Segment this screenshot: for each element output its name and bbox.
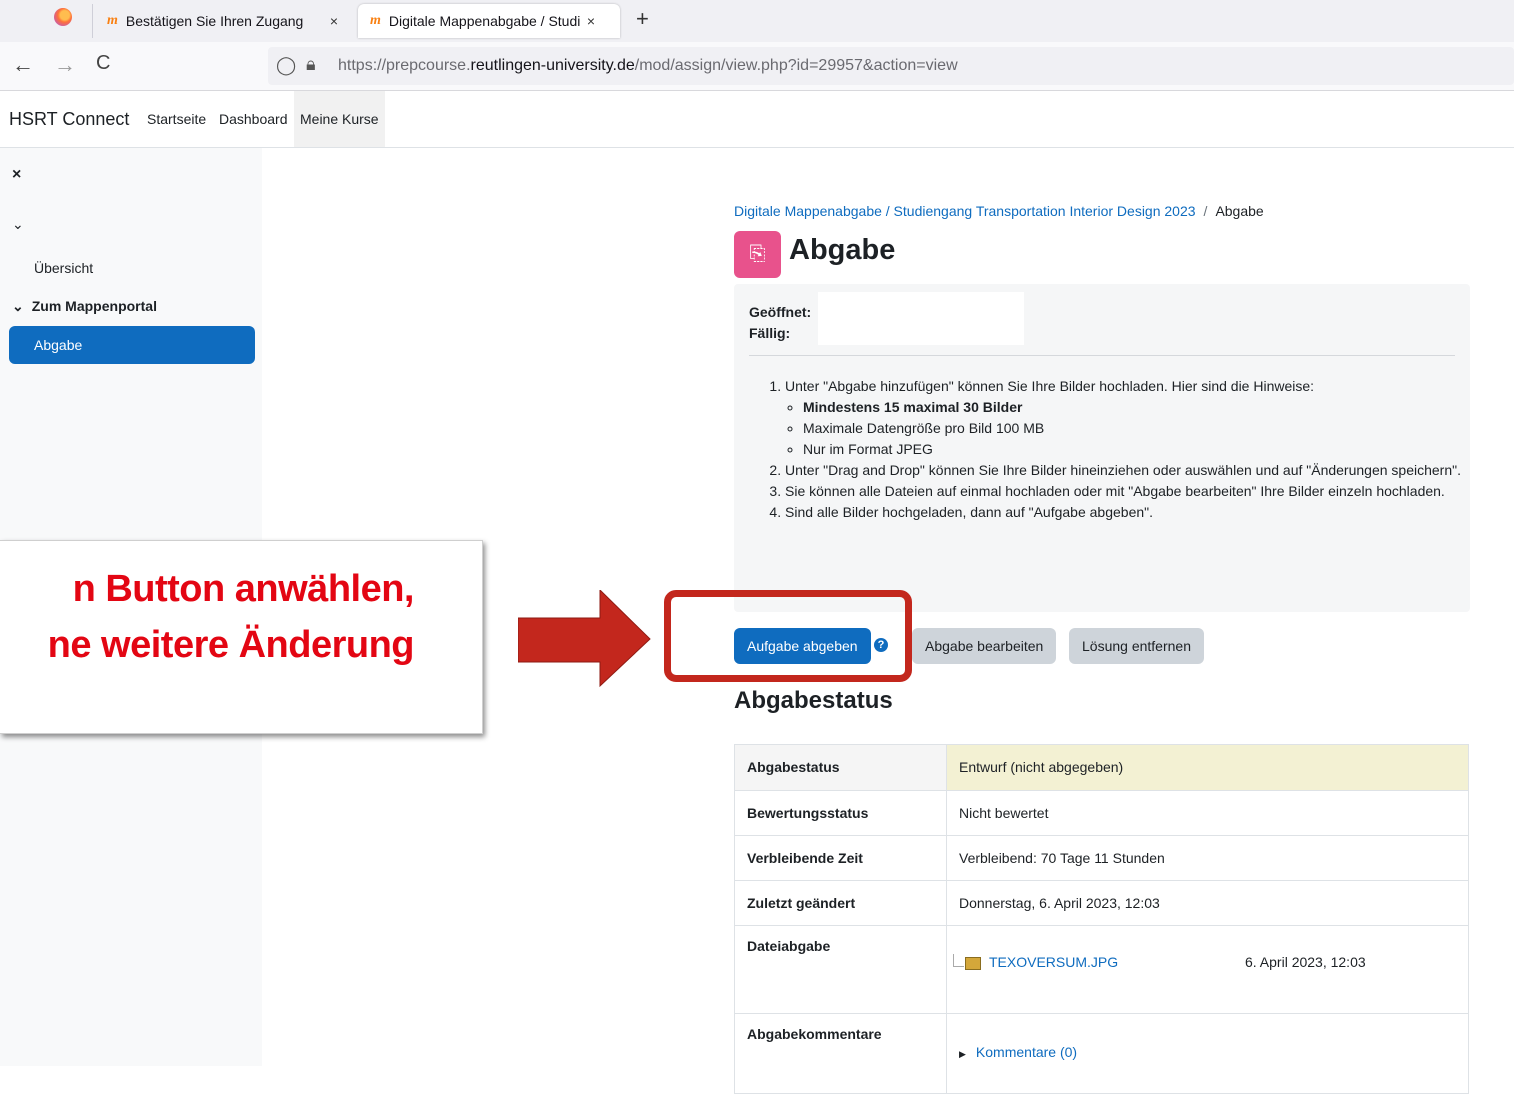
browser-tab-1[interactable]: m Bestätigen Sie Ihren Zugang × bbox=[92, 4, 362, 38]
drawer-item-abgabe-active[interactable]: Abgabe bbox=[9, 326, 255, 364]
table-row: Abgabekommentare ▶ Kommentare (0) bbox=[734, 1013, 1469, 1094]
assignment-dates: Geöffnet: Fällig: bbox=[749, 302, 811, 344]
url-field[interactable]: ◯ 🔒︎ https://prepcourse.reutlingen-unive… bbox=[268, 47, 1514, 85]
caret-right-icon: ▶ bbox=[959, 1049, 966, 1059]
status-key: Bewertungsstatus bbox=[734, 790, 947, 836]
breadcrumb: Digitale Mappenabgabe / Studiengang Tran… bbox=[734, 203, 1264, 219]
moodle-favicon-icon: m bbox=[370, 13, 381, 28]
hint-text: Mindestens 15 maximal 30 Bilder bbox=[803, 399, 1023, 415]
url-text[interactable]: https://prepcourse.reutlingen-university… bbox=[338, 57, 958, 75]
tab-close-icon[interactable]: × bbox=[330, 13, 338, 29]
status-key: Verbleibende Zeit bbox=[734, 835, 947, 881]
status-value: Entwurf (nicht abgegeben) bbox=[946, 744, 1469, 791]
site-brand[interactable]: HSRT Connect bbox=[9, 109, 129, 130]
status-value: Verbleibend: 70 Tage 11 Stunden bbox=[946, 835, 1469, 881]
new-tab-icon[interactable]: + bbox=[636, 6, 649, 32]
assignment-info-box: Geöffnet: Fällig: Unter "Abgabe hinzufüg… bbox=[734, 284, 1470, 612]
status-value: Nicht bewertet bbox=[946, 790, 1469, 836]
opened-label: Geöffnet: bbox=[749, 304, 812, 320]
breadcrumb-separator: / bbox=[1203, 203, 1208, 219]
drawer-item-uebersicht[interactable]: Übersicht bbox=[34, 260, 93, 276]
submission-status-table: Abgabestatus Entwurf (nicht abgegeben) B… bbox=[734, 744, 1469, 1094]
hint-item: Maximale Datengröße pro Bild 100 MB bbox=[803, 418, 1469, 439]
lock-icon[interactable]: 🔒︎ bbox=[306, 54, 316, 75]
status-key: Abgabekommentare bbox=[734, 1013, 947, 1094]
comments-link: Kommentare (0) bbox=[975, 1044, 1078, 1060]
comments-toggle[interactable]: ▶ Kommentare (0) bbox=[959, 1014, 1456, 1060]
hint-text: Nur im Format JPEG bbox=[803, 441, 933, 457]
hint-item: Mindestens 15 maximal 30 Bilder bbox=[803, 397, 1469, 418]
instruction-text: Unter "Abgabe hinzufügen" können Sie Ihr… bbox=[785, 378, 1315, 394]
chevron-down-icon[interactable]: ⌄ bbox=[12, 216, 24, 233]
status-key: Zuletzt geändert bbox=[734, 880, 947, 926]
browser-tab-bar: m Bestätigen Sie Ihren Zugang × m Digita… bbox=[0, 0, 1514, 42]
breadcrumb-course-link[interactable]: Digitale Mappenabgabe / Studiengang Tran… bbox=[734, 203, 1196, 219]
table-row: Bewertungsstatus Nicht bewertet bbox=[734, 790, 1469, 836]
submission-status-heading: Abgabestatus bbox=[734, 687, 893, 714]
edit-submission-button[interactable]: Abgabe bearbeiten bbox=[912, 628, 1057, 664]
status-key: Abgabestatus bbox=[734, 744, 947, 791]
table-row: Zuletzt geändert Donnerstag, 6. April 20… bbox=[734, 880, 1469, 926]
page-title: Abgabe bbox=[789, 234, 896, 266]
table-row: Dateiabgabe TEXOVERSUM.JPG 6. April 2023… bbox=[734, 925, 1469, 1014]
file-submission-cell: TEXOVERSUM.JPG 6. April 2023, 12:03 bbox=[946, 925, 1469, 1014]
tab-label: Digitale Mappenabgabe / Studi bbox=[388, 13, 581, 29]
close-drawer-icon[interactable]: × bbox=[12, 166, 21, 184]
divider bbox=[749, 355, 1455, 356]
drawer-section-label: Zum Mappenportal bbox=[31, 298, 157, 314]
status-key: Dateiabgabe bbox=[734, 925, 947, 1014]
remove-submission-button[interactable]: Lösung entfernen bbox=[1069, 628, 1204, 664]
site-navbar: HSRT Connect Startseite Dashboard Meine … bbox=[0, 91, 1514, 148]
browser-tab-2-active[interactable]: m Digitale Mappenabgabe / Studi × bbox=[358, 4, 620, 38]
due-label: Fällig: bbox=[749, 325, 791, 341]
file-link[interactable]: TEXOVERSUM.JPG bbox=[989, 954, 1118, 970]
breadcrumb-current: Abgabe bbox=[1215, 203, 1264, 219]
file-entry: TEXOVERSUM.JPG 6. April 2023, 12:03 bbox=[947, 926, 1468, 1001]
assignment-instructions: Unter "Abgabe hinzufügen" können Sie Ihr… bbox=[749, 376, 1469, 523]
dates-redaction-box bbox=[818, 292, 1024, 345]
file-date: 6. April 2023, 12:03 bbox=[1245, 954, 1366, 970]
forward-arrow-icon[interactable]: → bbox=[54, 52, 76, 78]
browser-toolbar: ← → C ◯ 🔒︎ https://prepcourse.reutlingen… bbox=[0, 42, 1514, 91]
url-path: /mod/assign/view.php?id=29957&action=vie… bbox=[634, 57, 958, 74]
tab-close-icon[interactable]: × bbox=[587, 13, 595, 29]
firefox-logo-icon bbox=[54, 8, 72, 26]
callout-text: n Button anwählen, ne weitere Änderung bbox=[0, 561, 415, 673]
url-prefix: https://prepcourse. bbox=[338, 57, 471, 74]
tab-label: Bestätigen Sie Ihren Zugang bbox=[125, 13, 304, 29]
instruction-step-1: Unter "Abgabe hinzufügen" können Sie Ihr… bbox=[785, 376, 1469, 460]
assignment-activity-icon: ⎘ bbox=[734, 231, 781, 278]
chevron-down-icon: ⌄ bbox=[12, 298, 24, 314]
drawer-section-mappenportal[interactable]: ⌄ Zum Mappenportal bbox=[12, 298, 157, 315]
instruction-step-2: Unter "Drag and Drop" können Sie Ihre Bi… bbox=[785, 460, 1469, 481]
status-value: Donnerstag, 6. April 2023, 12:03 bbox=[946, 880, 1469, 926]
annotation-callout: n Button anwählen, ne weitere Änderung bbox=[0, 540, 483, 734]
table-row: Verbleibende Zeit Verbleibend: 70 Tage 1… bbox=[734, 835, 1469, 881]
annotation-arrow-icon bbox=[518, 590, 651, 688]
image-file-icon bbox=[965, 957, 981, 970]
nav-startseite[interactable]: Startseite bbox=[147, 111, 206, 127]
hint-text: Maximale Datengröße pro Bild 100 MB bbox=[803, 420, 1045, 436]
reload-icon[interactable]: C bbox=[96, 52, 110, 75]
callout-line-1: n Button anwählen, bbox=[72, 568, 415, 610]
nav-dashboard[interactable]: Dashboard bbox=[219, 111, 288, 127]
nav-meine-kurse[interactable]: Meine Kurse bbox=[294, 91, 385, 147]
instruction-step-4: Sind alle Bilder hochgeladen, dann auf "… bbox=[785, 502, 1469, 523]
table-row: Abgabestatus Entwurf (nicht abgegeben) bbox=[734, 744, 1469, 791]
annotation-highlight-box bbox=[664, 590, 912, 682]
tracking-shield-icon[interactable]: ◯ bbox=[276, 55, 296, 76]
moodle-favicon-icon: m bbox=[107, 13, 118, 28]
callout-line-2: ne weitere Änderung bbox=[47, 624, 415, 666]
comments-cell: ▶ Kommentare (0) bbox=[946, 1013, 1469, 1094]
url-domain: reutlingen-university.de bbox=[470, 57, 635, 74]
instruction-step-3: Sie können alle Dateien auf einmal hochl… bbox=[785, 481, 1469, 502]
hint-item: Nur im Format JPEG bbox=[803, 439, 1469, 460]
tree-connector bbox=[953, 954, 964, 967]
back-arrow-icon[interactable]: ← bbox=[12, 52, 34, 78]
